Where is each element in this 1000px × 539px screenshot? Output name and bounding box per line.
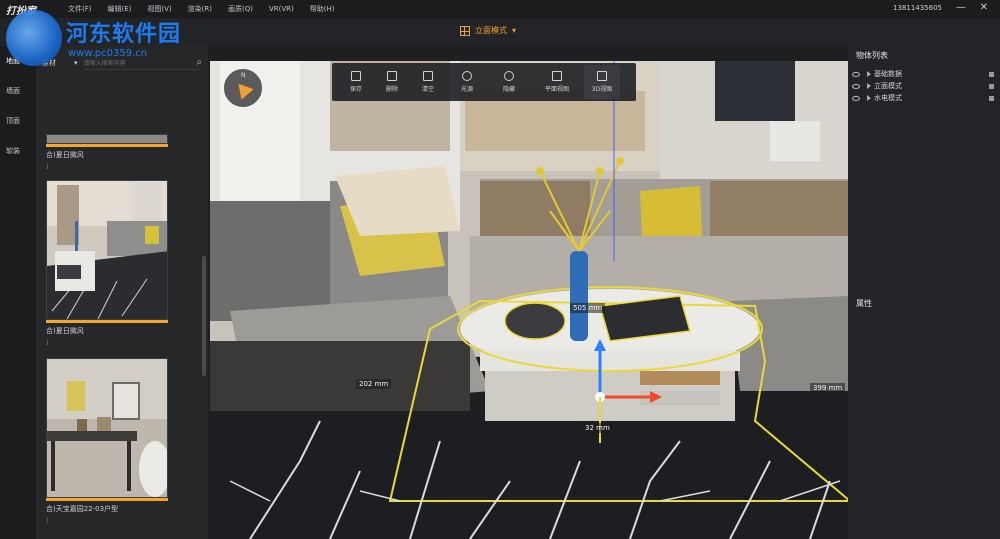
menu-file[interactable]: 文件(F) (60, 4, 100, 14)
menu-vr[interactable]: VR(VR) (261, 5, 302, 13)
expand-arrow-icon[interactable] (867, 71, 871, 77)
clear-icon (423, 71, 433, 81)
delete-label: 删除 (385, 86, 398, 93)
menu-help[interactable]: 帮助(H) (302, 4, 343, 14)
expand-arrow-icon[interactable] (867, 95, 871, 101)
compass-widget[interactable]: N (224, 69, 262, 107)
material-library: 素材 ▾ 请输入搜索内容 ⌕ 合)夏日微风 〕 合)夏日微风 〕 合)天宝嘉园2… (36, 46, 208, 539)
library-scrollbar[interactable] (202, 256, 206, 376)
3d-view-icon (597, 71, 607, 81)
eye-icon[interactable] (852, 71, 860, 77)
chevron-down-icon: ▾ (74, 59, 78, 67)
card-thumbnail (46, 180, 168, 320)
app-window: 打扮家 文件(F) 编辑(E) 视图(V) 渲染(R) 画质(Q) VR(VR)… (0, 0, 1000, 539)
hide-label: 隐藏 (502, 86, 515, 93)
minimize-button[interactable]: — (956, 2, 966, 13)
card-thumbnail (46, 358, 168, 498)
plan-view-icon (552, 71, 562, 81)
viewport-toolbar: 保存 删除 清空 光源 隐藏 平面视图 3D视图 (332, 63, 636, 101)
menu-view[interactable]: 视图(V) (139, 4, 179, 14)
menu-render[interactable]: 渲染(R) (180, 4, 220, 14)
scene-render (210, 61, 848, 539)
left-tab-bar: 地面 墙面 顶面 软装 (0, 46, 36, 539)
card-sub: 〕 (46, 164, 53, 171)
card-label: 合)夏日微风 (46, 327, 84, 335)
light-icon (462, 71, 472, 81)
tab-ceiling[interactable]: 顶面 (0, 106, 36, 136)
light-button[interactable]: 光源 (446, 65, 488, 99)
trash-icon (387, 71, 397, 81)
search-input[interactable]: 请输入搜索内容 ⌕ (83, 56, 202, 70)
delete-button[interactable]: 删除 (374, 65, 410, 99)
user-phone[interactable]: 13811435605 (893, 4, 942, 12)
save-icon (351, 71, 361, 81)
menu-edit[interactable]: 编辑(E) (100, 4, 140, 14)
menu-quality[interactable]: 画质(Q) (220, 4, 261, 14)
dimension-top: 505 mm (570, 303, 606, 313)
3d-viewport[interactable]: N 保存 删除 清空 光源 隐藏 平面视图 3D视图 202 mm 399 mm… (210, 61, 848, 539)
chevron-down-icon: ▾ (512, 26, 517, 35)
tree-item-plumbing-mode[interactable]: 水电模式 (852, 93, 996, 103)
category-select[interactable]: 素材 ▾ (42, 58, 78, 68)
card-highlight-bar (46, 498, 168, 501)
plan-view-label: 平面视图 (544, 86, 569, 93)
library-card[interactable]: 合)天宝嘉园22-03户型 〕 (46, 358, 168, 525)
card-highlight-bar (46, 144, 168, 147)
tab-floor[interactable]: 地面 (0, 46, 36, 76)
eye-icon[interactable] (852, 95, 860, 101)
clear-label: 清空 (421, 86, 434, 93)
card-label: 合)夏日微风 (46, 151, 84, 159)
library-header: 素材 ▾ 请输入搜索内容 ⌕ (36, 46, 208, 80)
save-button[interactable]: 保存 (338, 65, 374, 99)
library-card[interactable]: 合)夏日微风 〕 (46, 180, 168, 347)
tree-item-elevation-mode[interactable]: 立面模式 (852, 81, 996, 91)
search-icon[interactable]: ⌕ (196, 57, 202, 68)
hide-button[interactable]: 隐藏 (488, 65, 530, 99)
dimension-bottom: 32 mm (582, 423, 613, 433)
category-label: 素材 (42, 59, 56, 67)
tab-wall[interactable]: 墙面 (0, 76, 36, 106)
card-sub: 〕 (46, 518, 53, 525)
attributes-title: 属性 (856, 299, 872, 308)
card-label: 合)天宝嘉园22-03户型 (46, 505, 119, 513)
compass-arrow-icon (232, 78, 254, 100)
mode-bar: 立面模式 ▾ (0, 18, 1000, 46)
tree-item-base-data[interactable]: 基础数据 (852, 69, 996, 79)
plan-view-button[interactable]: 平面视图 (530, 65, 584, 99)
search-placeholder: 请输入搜索内容 (83, 60, 126, 67)
object-list-title: 物体列表 (856, 51, 888, 60)
lock-icon[interactable] (989, 83, 994, 89)
library-card[interactable]: 合)夏日微风 〕 (46, 134, 168, 171)
3d-view-button[interactable]: 3D视图 (584, 65, 620, 99)
clear-button[interactable]: 清空 (410, 65, 446, 99)
card-highlight-bar (46, 320, 168, 323)
save-label: 保存 (349, 86, 362, 93)
grid-icon (460, 25, 470, 36)
app-logo: 打扮家 (6, 5, 36, 17)
lock-icon[interactable] (989, 71, 994, 77)
dimension-right: 399 mm (810, 383, 846, 393)
card-thumbnail (46, 134, 168, 144)
close-button[interactable]: ✕ (980, 2, 988, 13)
lock-icon[interactable] (989, 95, 994, 101)
expand-arrow-icon[interactable] (867, 83, 871, 89)
3d-view-label: 3D视图 (591, 86, 613, 93)
light-label: 光源 (460, 86, 473, 93)
card-sub: 〕 (46, 340, 53, 347)
tree-item-label: 基础数据 (874, 70, 902, 78)
tab-soft-decor[interactable]: 软装 (0, 136, 36, 166)
mode-label: 立面模式 (475, 26, 507, 35)
eye-icon (504, 71, 514, 81)
tree-item-label: 立面模式 (874, 82, 902, 90)
tree-item-label: 水电模式 (874, 94, 902, 102)
dimension-left: 202 mm (356, 379, 392, 389)
eye-icon[interactable] (852, 83, 860, 89)
object-list-panel: 物体列表 基础数据 立面模式 水电模式 属性 (848, 46, 1000, 539)
mode-dropdown[interactable]: 立面模式 ▾ (460, 25, 516, 36)
menu-bar: 打扮家 文件(F) 编辑(E) 视图(V) 渲染(R) 画质(Q) VR(VR)… (0, 0, 1000, 18)
